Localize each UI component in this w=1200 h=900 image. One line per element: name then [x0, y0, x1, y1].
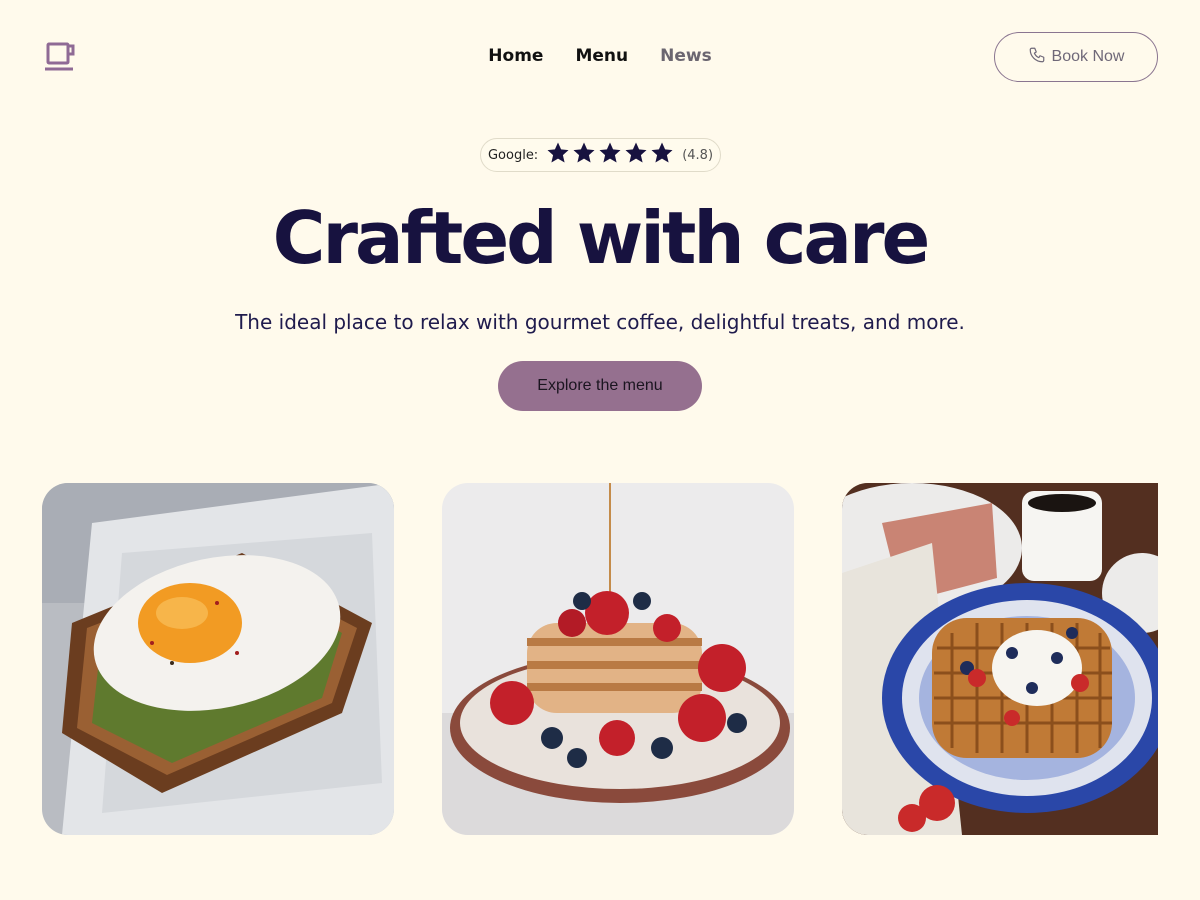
- waffle-with-yogurt-and-berries-photo: [842, 483, 1158, 835]
- hero-subtitle: The ideal place to relax with gourmet co…: [235, 310, 965, 334]
- berry-pancake-stack-photo: [442, 483, 794, 835]
- book-now-button[interactable]: Book Now: [994, 32, 1158, 82]
- book-now-label: Book Now: [1051, 48, 1125, 65]
- fried-egg-avocado-toast-photo: [42, 483, 394, 835]
- nav-menu-link[interactable]: Menu: [575, 46, 628, 66]
- nav-news-link[interactable]: News: [660, 46, 712, 66]
- star-icon: [650, 141, 674, 169]
- rating-stars: [546, 141, 674, 169]
- star-icon: [598, 141, 622, 169]
- star-icon: [624, 141, 648, 169]
- hero-title: Crafted with care: [272, 196, 931, 280]
- star-icon: [572, 141, 596, 169]
- rating-score: (4.8): [682, 147, 714, 163]
- phone-icon: [1028, 46, 1046, 69]
- landing-page: Home Menu News Book Now Google: (4.8) Cr…: [0, 0, 1200, 900]
- rating-source-label: Google:: [487, 147, 539, 163]
- explore-menu-button[interactable]: Explore the menu: [498, 361, 702, 411]
- google-rating-badge: Google: (4.8): [480, 138, 721, 172]
- star-icon: [546, 141, 570, 169]
- nav-home-link[interactable]: Home: [488, 46, 543, 66]
